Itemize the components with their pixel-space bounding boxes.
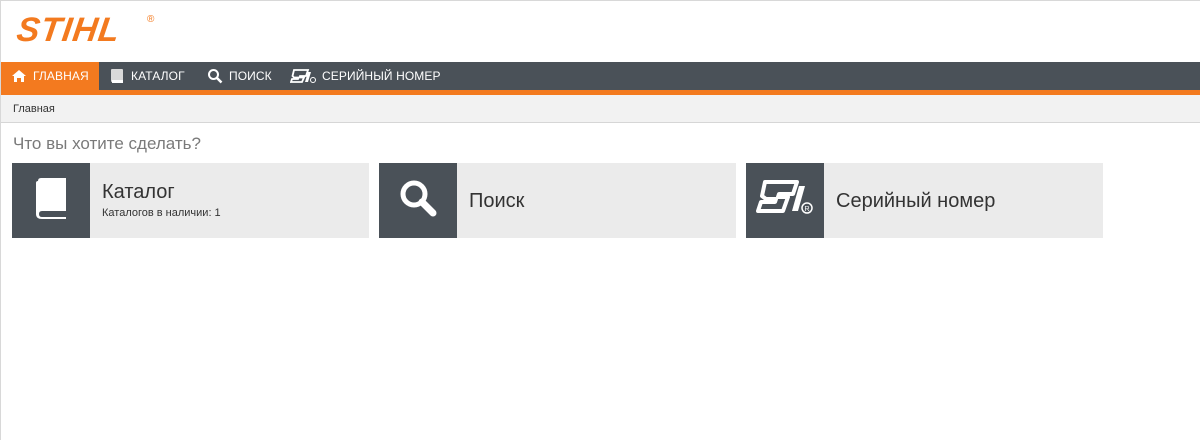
tile-serial-number-title: Серийный номер: [836, 190, 996, 212]
tile-catalog-icon-box: [12, 163, 90, 238]
nav-label-home: ГЛАВНАЯ: [33, 69, 89, 83]
tile-serial-number[interactable]: R Серийный номер: [746, 163, 1103, 238]
nav-label-search: ПОИСК: [229, 69, 272, 83]
tile-catalog-title: Каталог: [102, 181, 175, 203]
tile-search[interactable]: Поиск: [379, 163, 736, 238]
nav-label-catalog: КАТАЛОГ: [131, 69, 185, 83]
header: STIHL ®: [1, 1, 1200, 62]
nav-item-search[interactable]: ПОИСК: [207, 62, 272, 90]
book-icon: [33, 177, 69, 224]
breadcrumb: Главная: [13, 103, 55, 115]
svg-text:R: R: [805, 206, 810, 213]
serial-number-icon: [290, 68, 316, 84]
home-icon: [11, 69, 27, 83]
tile-catalog[interactable]: Каталог Каталогов в наличии: 1: [12, 163, 369, 238]
page-question: Что вы хотите сделать?: [13, 134, 201, 153]
book-icon: [109, 68, 125, 84]
nav-item-serial-number[interactable]: СЕРИЙНЫЙ НОМЕР: [290, 62, 441, 90]
tile-serial-icon-box: R: [746, 163, 824, 238]
breadcrumb-bar: Главная: [1, 95, 1200, 123]
stihl-logo[interactable]: STIHL: [14, 11, 123, 49]
search-icon: [207, 68, 223, 84]
tile-catalog-subtitle: Каталогов в наличии: 1: [102, 207, 221, 219]
nav-item-home[interactable]: ГЛАВНАЯ: [1, 62, 99, 90]
search-icon: [398, 178, 438, 223]
nav-label-serial-number: СЕРИЙНЫЙ НОМЕР: [322, 69, 441, 83]
tile-search-title: Поиск: [469, 190, 525, 212]
main-nav: ГЛАВНАЯ КАТАЛОГ ПОИСК СЕРИЙНЫЙ НОМЕР: [1, 62, 1200, 95]
app-frame: STIHL ® ГЛАВНАЯ КАТАЛОГ ПОИСК СЕРИЙНЫЙ Н…: [0, 0, 1200, 440]
serial-number-icon: R: [755, 178, 815, 223]
tile-search-icon-box: [379, 163, 457, 238]
nav-item-catalog[interactable]: КАТАЛОГ: [109, 62, 185, 90]
registered-mark: ®: [147, 14, 155, 25]
